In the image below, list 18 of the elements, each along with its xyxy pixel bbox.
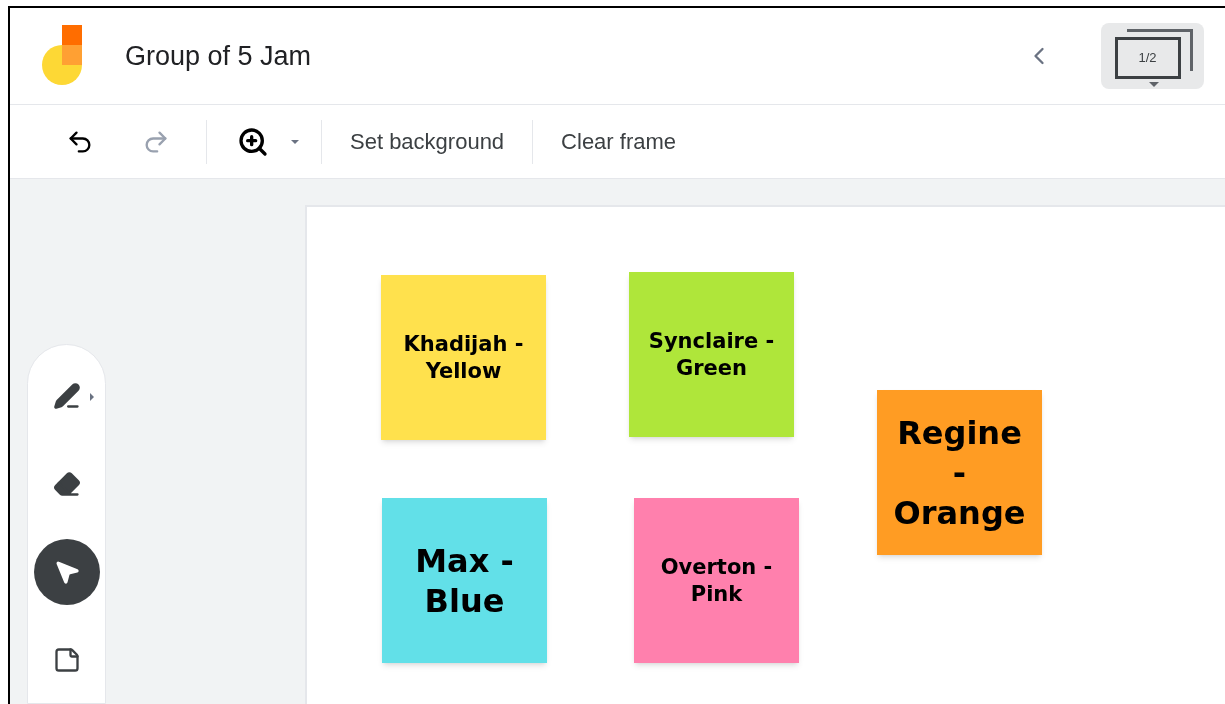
pen-icon <box>52 382 81 410</box>
sticky-note[interactable]: Regine - Orange <box>877 390 1042 555</box>
toolbar-button[interactable]: Set background <box>322 125 533 158</box>
note-text: Synclaire - Green <box>647 328 776 381</box>
eraser-icon <box>52 470 81 498</box>
note-text: Regine - Orange <box>892 412 1027 533</box>
frame-counter-button[interactable]: 1/2 <box>1101 23 1204 89</box>
note-text: Overton - Pink <box>659 554 774 607</box>
sticky-note[interactable]: Khadijah - Yellow <box>381 275 546 440</box>
note-text: Max - Blue <box>414 540 515 621</box>
toolbar-button[interactable]: Clear frame <box>533 125 705 158</box>
sticky-note[interactable]: Max - Blue <box>382 498 547 663</box>
sticky-note[interactable]: Synclaire - Green <box>629 272 794 437</box>
zoom-button[interactable] <box>237 125 269 158</box>
document-title: Group of 5 Jam <box>125 39 312 73</box>
sticky-note-icon <box>52 646 81 674</box>
note-text: Khadijah - Yellow <box>402 331 525 384</box>
sticky-note[interactable]: Overton - Pink <box>634 498 799 663</box>
